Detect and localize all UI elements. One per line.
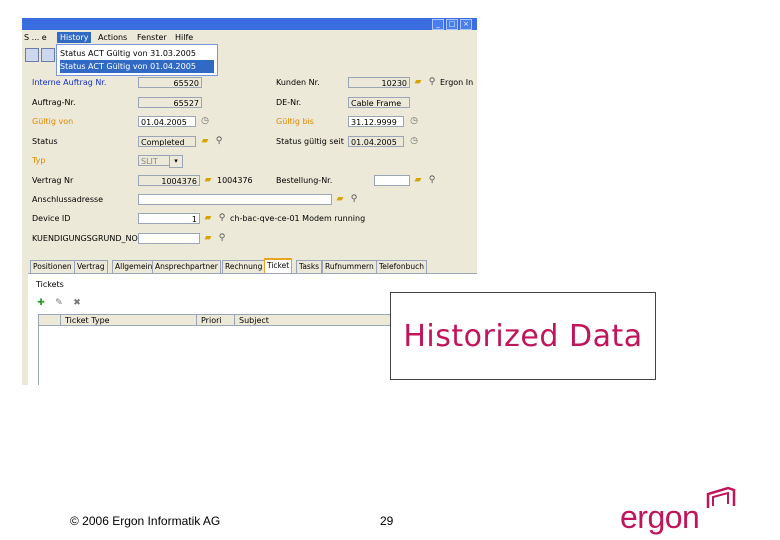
tab-tasks[interactable]: Tasks xyxy=(296,260,323,273)
menu-item-history[interactable]: History xyxy=(57,32,92,43)
folder-icon[interactable]: ▰ xyxy=(200,136,210,146)
gultig-von-field[interactable]: 01.04.2005 xyxy=(138,116,196,127)
history-dropdown: Status ACT Gültig von 31.03.2005 Status … xyxy=(56,44,218,76)
device-label: Device ID xyxy=(32,214,71,223)
window-titlebar: _ □ × xyxy=(22,18,477,30)
interne-auftrag-field: 65520 xyxy=(138,77,202,88)
menu-item-file[interactable]: S ... e xyxy=(24,32,47,43)
calendar-icon[interactable]: ◷ xyxy=(200,116,210,126)
table-select-column xyxy=(39,315,61,326)
search-icon[interactable]: ⚲ xyxy=(427,77,437,87)
bestellung-field[interactable] xyxy=(374,175,410,186)
search-icon[interactable]: ⚲ xyxy=(214,136,224,146)
tab-ticket[interactable]: Ticket xyxy=(264,258,293,274)
bestellung-label: Bestellung-Nr. xyxy=(276,176,333,185)
menu-bar: S ... e History Actions Fenster Hilfe xyxy=(22,30,477,44)
tab-ansprechpartner[interactable]: Ansprechpartner xyxy=(152,260,221,273)
de-field: Cable Frame xyxy=(348,97,410,108)
vertrag-field: 1004376 xyxy=(138,175,200,186)
calendar-icon[interactable]: ◷ xyxy=(409,136,419,146)
folder-icon[interactable]: ▰ xyxy=(203,213,213,223)
folder-icon[interactable]: ▰ xyxy=(203,175,213,185)
menu-item-fenster[interactable]: Fenster xyxy=(137,32,167,43)
close-icon[interactable]: × xyxy=(460,19,472,30)
gultig-bis-field[interactable]: 31.12.9999 xyxy=(348,116,404,127)
status-gultig-field: 01.04.2005 xyxy=(348,136,404,147)
anschluss-label: Anschlussadresse xyxy=(32,195,104,204)
kuendigung-label: KUENDIGUNGSGRUND_NO xyxy=(32,234,138,243)
callout-title: Historized Data xyxy=(403,319,643,354)
gultig-bis-label: Gültig bis xyxy=(276,117,314,126)
tab-rechnung[interactable]: Rechnung xyxy=(222,260,266,273)
folder-icon[interactable]: ▰ xyxy=(335,194,345,204)
search-icon[interactable]: ⚲ xyxy=(427,175,437,185)
device-field[interactable]: 1 xyxy=(138,213,200,224)
tab-rufnummern[interactable]: Rufnummern xyxy=(322,260,377,273)
vertrag-value-2: 1004376 xyxy=(217,176,253,185)
tab-positionen[interactable]: Positionen xyxy=(30,260,75,273)
vertrag-label: Vertrag Nr xyxy=(32,176,74,185)
layout-icon[interactable] xyxy=(41,48,55,62)
logo-text: ergon xyxy=(620,499,700,535)
calendar-icon[interactable]: ◷ xyxy=(409,116,419,126)
tickets-label: Tickets xyxy=(36,280,64,289)
search-icon[interactable]: ⚲ xyxy=(217,233,227,243)
footer-copyright: © 2006 Ergon Informatik AG xyxy=(70,514,221,528)
minimize-icon[interactable]: _ xyxy=(432,19,444,30)
typ-label: Typ xyxy=(32,156,46,165)
folder-icon[interactable]: ▰ xyxy=(413,77,423,87)
tab-telefonbuch[interactable]: Telefonbuch xyxy=(376,260,427,273)
history-item-2[interactable]: Status ACT Gültig von 01.04.2005 xyxy=(60,60,214,73)
historized-data-callout: Historized Data xyxy=(390,292,656,380)
maximize-icon[interactable]: □ xyxy=(446,19,458,30)
search-icon[interactable]: ⚲ xyxy=(349,194,359,204)
de-label: DE-Nr. xyxy=(276,98,302,107)
column-priority[interactable]: Priori xyxy=(197,315,235,326)
search-icon[interactable]: ⚲ xyxy=(217,213,227,223)
tab-allgemein[interactable]: Allgemein xyxy=(112,260,156,273)
interne-auftrag-label: Interne Auftrag Nr. xyxy=(32,78,107,87)
status-gultig-label: Status gültig seit xyxy=(276,137,344,146)
device-description: ch-bac-qve-ce-01 Modem running xyxy=(230,214,366,223)
kunden-name: Ergon In xyxy=(440,78,474,87)
tab-vertrag[interactable]: Vertrag xyxy=(74,260,108,273)
page-number: 29 xyxy=(380,514,394,528)
edit-icon[interactable]: ✎ xyxy=(54,298,64,308)
kunden-label: Kunden Nr. xyxy=(276,78,320,87)
ergon-logo: ergon xyxy=(620,484,740,534)
folder-icon[interactable]: ▰ xyxy=(203,233,213,243)
chevron-down-icon[interactable]: ▾ xyxy=(169,155,183,168)
delete-icon[interactable]: ✖ xyxy=(72,298,82,308)
kunden-field: 10230 xyxy=(348,77,410,88)
save-icon[interactable] xyxy=(25,48,39,62)
column-ticket-type[interactable]: Ticket Type xyxy=(61,315,197,326)
kuendigung-field[interactable] xyxy=(138,233,200,244)
add-icon[interactable]: ✚ xyxy=(36,298,46,308)
logo-mark-icon xyxy=(706,486,736,508)
status-field: Completed xyxy=(138,136,196,147)
history-item-1[interactable]: Status ACT Gültig von 31.03.2005 xyxy=(60,47,214,60)
folder-icon[interactable]: ▰ xyxy=(413,175,423,185)
anschluss-field[interactable] xyxy=(138,194,332,205)
menu-item-actions[interactable]: Actions xyxy=(98,32,127,43)
gultig-von-label: Gültig von xyxy=(32,117,74,126)
status-label: Status xyxy=(32,137,58,146)
auftrag-label: Auftrag-Nr. xyxy=(32,98,76,107)
auftrag-field: 65527 xyxy=(138,97,202,108)
menu-item-hilfe[interactable]: Hilfe xyxy=(175,32,193,43)
